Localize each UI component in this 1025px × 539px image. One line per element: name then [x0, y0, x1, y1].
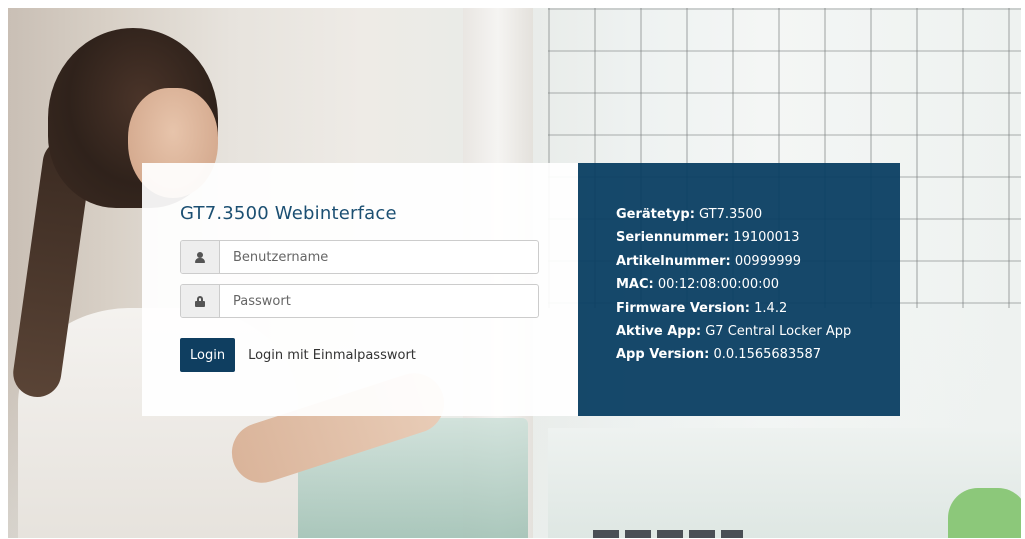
username-addon: [181, 241, 220, 273]
background-chairs: [593, 530, 743, 538]
login-panel: GT7.3500 Webinterface Login Login mit Ei…: [142, 163, 579, 416]
device-info-panel: Gerätetyp: GT7.3500 Seriennummer: 191000…: [578, 163, 900, 416]
otp-login-link[interactable]: Login mit Einmalpasswort: [248, 348, 416, 363]
background-plant: [948, 488, 1021, 538]
info-active-app: Aktive App: G7 Central Locker App: [616, 324, 852, 340]
info-article-number: Artikelnummer: 00999999: [616, 253, 802, 269]
password-input-group: [180, 284, 539, 318]
info-serial-number: Seriennummer: 19100013: [616, 230, 800, 246]
info-app-version: App Version: 0.0.1565683587: [616, 347, 822, 363]
info-device-type: Gerätetyp: GT7.3500: [616, 207, 763, 222]
user-icon: [195, 251, 205, 263]
info-firmware-version: Firmware Version: 1.4.2: [616, 300, 788, 316]
lock-icon: [195, 295, 205, 307]
username-input[interactable]: [220, 241, 538, 273]
login-actions: Login Login mit Einmalpasswort: [180, 338, 541, 372]
password-addon: [181, 285, 220, 317]
login-button[interactable]: Login: [180, 338, 236, 372]
page-title: GT7.3500 Webinterface: [180, 203, 397, 224]
username-input-group: [180, 240, 539, 274]
info-mac: MAC: 00:12:08:00:00:00: [616, 277, 780, 293]
password-input[interactable]: [220, 285, 538, 317]
